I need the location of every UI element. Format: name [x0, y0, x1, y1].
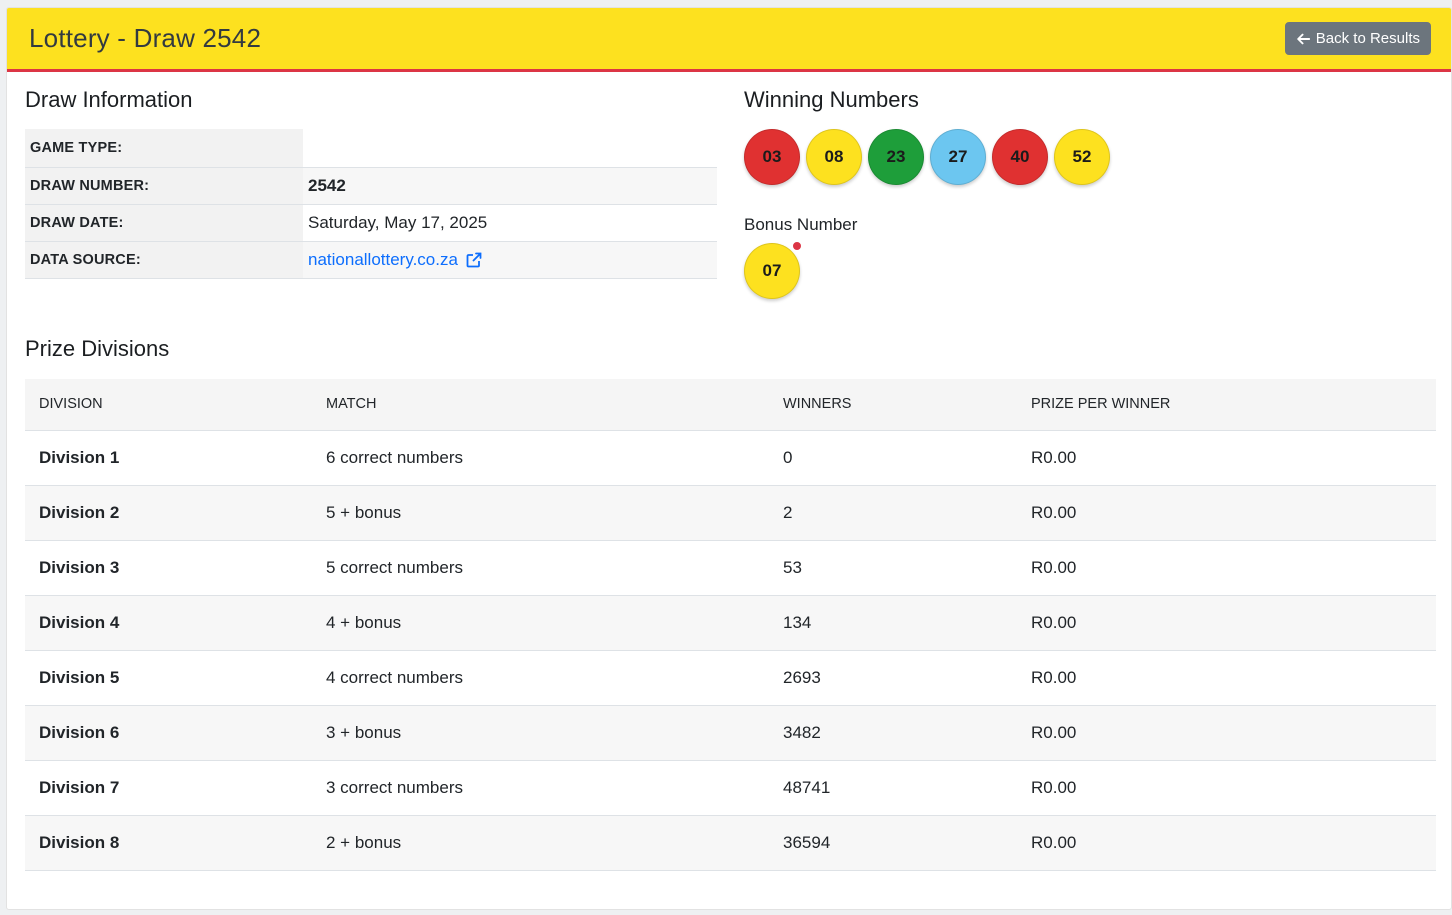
prize-row: Division 16 correct numbers 0 R0.00: [25, 430, 1436, 486]
winners-cell: 0: [769, 430, 1017, 486]
match-cell: 3 + bonus: [312, 705, 769, 761]
winning-ball: 23: [868, 129, 924, 185]
info-row-draw-date: DRAW DATE: Saturday, May 17, 2025: [25, 204, 717, 242]
match-cell: 4 + bonus: [312, 595, 769, 651]
bonus-ball: 07: [744, 243, 800, 299]
info-key: GAME TYPE:: [25, 129, 303, 168]
winning-balls: 03 08 23 27 40 52: [744, 129, 1110, 185]
prize-divisions-section: Prize Divisions DIVISION MATCH WINNERS P…: [7, 336, 1451, 871]
match-cell: 6 correct numbers: [312, 430, 769, 486]
prize-header-row: DIVISION MATCH WINNERS PRIZE PER WINNER: [25, 379, 1436, 431]
prize-cell: R0.00: [1017, 705, 1436, 761]
info-key: DATA SOURCE:: [25, 241, 303, 279]
back-to-results-button[interactable]: Back to Results: [1284, 22, 1431, 55]
info-row-draw-number: DRAW NUMBER: 2542: [25, 167, 717, 205]
info-value: [303, 129, 717, 168]
division-cell: Division 2: [25, 485, 312, 541]
prize-row: Division 54 correct numbers 2693 R0.00: [25, 650, 1436, 706]
winners-cell: 53: [769, 540, 1017, 596]
info-value: nationallottery.co.za: [303, 241, 717, 279]
division-cell: Division 6: [25, 705, 312, 761]
division-cell: Division 4: [25, 595, 312, 651]
bonus-ball-wrapper: 07: [744, 241, 802, 299]
winning-ball: 03: [744, 129, 800, 185]
page-title: Lottery - Draw 2542: [29, 23, 262, 53]
external-link-icon: [466, 252, 482, 267]
prize-cell: R0.00: [1017, 815, 1436, 871]
match-cell: 5 correct numbers: [312, 540, 769, 596]
prize-row: Division 82 + bonus 36594 R0.00: [25, 815, 1436, 871]
prize-divisions-heading: Prize Divisions: [25, 336, 170, 361]
division-cell: Division 1: [25, 430, 312, 486]
data-source-link[interactable]: nationallottery.co.za: [308, 250, 482, 270]
winners-cell: 3482: [769, 705, 1017, 761]
winning-ball: 40: [992, 129, 1048, 185]
prize-cell: R0.00: [1017, 485, 1436, 541]
match-cell: 4 correct numbers: [312, 650, 769, 706]
match-cell: 2 + bonus: [312, 815, 769, 871]
bonus-number-label: Bonus Number: [744, 215, 858, 234]
info-key: DRAW DATE:: [25, 204, 303, 242]
prize-cell: R0.00: [1017, 540, 1436, 596]
page-header: Lottery - Draw 2542 Back to Results: [7, 8, 1451, 72]
winning-ball: 08: [806, 129, 862, 185]
info-value: 2542: [303, 167, 717, 205]
prize-row: Division 35 correct numbers 53 R0.00: [25, 540, 1436, 596]
winning-numbers-heading: Winning Numbers: [744, 87, 919, 112]
match-cell: 3 correct numbers: [312, 760, 769, 816]
arrow-left-icon: [1297, 33, 1310, 44]
winners-cell: 2693: [769, 650, 1017, 706]
back-button-label: Back to Results: [1315, 30, 1420, 47]
info-value: Saturday, May 17, 2025: [303, 204, 717, 242]
draw-card: Lottery - Draw 2542 Back to Results Draw…: [6, 7, 1452, 910]
winners-cell: 36594: [769, 815, 1017, 871]
prize-cell: R0.00: [1017, 595, 1436, 651]
winners-cell: 2: [769, 485, 1017, 541]
prize-row: Division 73 correct numbers 48741 R0.00: [25, 760, 1436, 816]
winning-numbers-section: Winning Numbers 03 08 23 27 40 52 Bonus Numbe…: [744, 72, 1110, 299]
prize-cell: R0.00: [1017, 430, 1436, 486]
prize-row: Division 44 + bonus 134 R0.00: [25, 595, 1436, 651]
draw-information-heading: Draw Information: [25, 87, 193, 112]
info-row-data-source: DATA SOURCE: nationallottery.co.za: [25, 241, 717, 279]
column-header-match: MATCH: [312, 379, 769, 431]
bonus-indicator-dot: [792, 241, 802, 251]
info-key: DRAW NUMBER:: [25, 167, 303, 205]
division-cell: Division 8: [25, 815, 312, 871]
prize-cell: R0.00: [1017, 650, 1436, 706]
data-source-link-text: nationallottery.co.za: [308, 249, 458, 269]
division-cell: Division 7: [25, 760, 312, 816]
prize-cell: R0.00: [1017, 760, 1436, 816]
winners-cell: 48741: [769, 760, 1017, 816]
prize-divisions-table: DIVISION MATCH WINNERS PRIZE PER WINNER …: [25, 379, 1436, 871]
winning-ball: 27: [930, 129, 986, 185]
info-row-game-type: GAME TYPE:: [25, 129, 717, 168]
division-cell: Division 3: [25, 540, 312, 596]
draw-information-section: Draw Information GAME TYPE: DRAW NUMBER:…: [25, 72, 717, 299]
prize-row: Division 25 + bonus 2 R0.00: [25, 485, 1436, 541]
prize-row: Division 63 + bonus 3482 R0.00: [25, 705, 1436, 761]
draw-info-table: GAME TYPE: DRAW NUMBER: 2542 DRAW DATE: …: [25, 129, 717, 279]
winners-cell: 134: [769, 595, 1017, 651]
column-header-division: DIVISION: [25, 379, 312, 431]
column-header-winners: WINNERS: [769, 379, 1017, 431]
winning-ball: 52: [1054, 129, 1110, 185]
division-cell: Division 5: [25, 650, 312, 706]
match-cell: 5 + bonus: [312, 485, 769, 541]
column-header-prize-per-winner: PRIZE PER WINNER: [1017, 379, 1436, 431]
